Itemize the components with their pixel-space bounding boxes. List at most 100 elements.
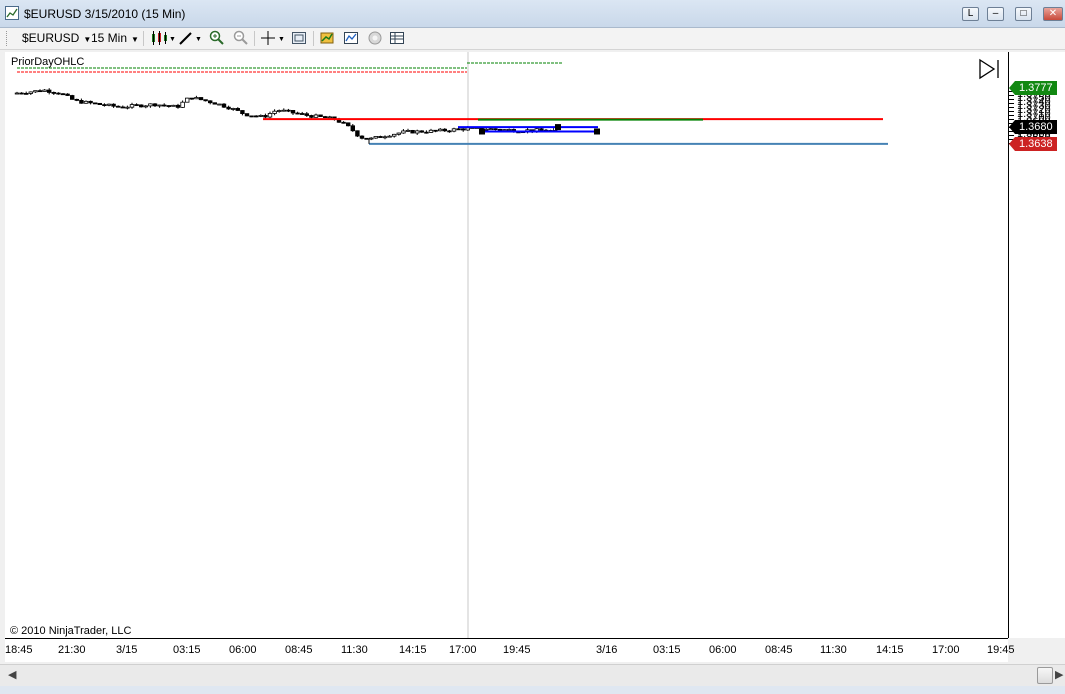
candle-body (47, 89, 52, 93)
window-title: $EURUSD 3/15/2010 (15 Min) (24, 7, 186, 21)
candle-body (106, 103, 112, 106)
candle-body (401, 130, 406, 134)
scroll-left-icon[interactable]: ◀ (8, 668, 16, 681)
price-tick (1009, 115, 1014, 117)
candle-body (143, 105, 148, 108)
candle-body (194, 97, 199, 100)
candle-body (267, 113, 273, 118)
candle-body (83, 100, 89, 104)
candle-body (125, 106, 130, 109)
interval-selector[interactable]: 15 Min ▼ (91, 31, 139, 47)
time-label: 11:30 (820, 644, 847, 656)
horizontal-scrollbar[interactable]: ◀ ▶ (0, 664, 1065, 686)
time-label: 17:00 (449, 644, 477, 656)
chart-toolbar: $EURUSD ▼ 15 Min ▼ ▼ ▼ ▼ (0, 28, 1065, 50)
time-label: 06:00 (229, 644, 257, 656)
svg-text:▼: ▼ (169, 36, 176, 43)
indicator-label: PriorDayOHLC (11, 56, 85, 68)
data-box-icon[interactable] (290, 30, 308, 47)
candle-body (235, 108, 240, 111)
price-axis[interactable]: 1.37701.37601.37501.37401.37301.37201.37… (1008, 52, 1065, 638)
minimize-button[interactable]: – (987, 7, 1004, 21)
candle-body (171, 104, 176, 107)
zoom-out-icon[interactable] (232, 30, 250, 47)
candle-body (184, 97, 190, 103)
candle-body (97, 102, 102, 106)
candle-body (138, 104, 144, 108)
candle-body (134, 104, 139, 106)
scroll-to-end-icon[interactable] (978, 58, 1002, 82)
properties-icon[interactable] (366, 30, 384, 47)
drawing-tools-icon[interactable]: ▼ (178, 30, 204, 47)
candle-body (226, 106, 231, 110)
svg-text:▼: ▼ (278, 36, 285, 43)
lock-button[interactable]: L (962, 7, 979, 21)
instrument-selector[interactable]: $EURUSD ▼ (22, 31, 91, 47)
time-label: 19:45 (987, 644, 1015, 656)
candle-body (299, 113, 305, 115)
strategies-icon[interactable] (318, 30, 336, 47)
candle-body (198, 97, 204, 101)
crosshair-icon[interactable]: ▼ (260, 30, 286, 47)
candle-body (217, 103, 222, 106)
candle-body (221, 103, 227, 108)
candle-body (120, 106, 125, 109)
candle-body (253, 115, 259, 118)
candle-body (497, 128, 503, 131)
toolbar-separator (313, 31, 314, 46)
time-axis[interactable]: 18:45 21:30 3/15 03:15 06:00 08:45 11:30 14:15 1… (5, 638, 1015, 662)
candle-body (373, 136, 378, 139)
candle-body (129, 104, 135, 108)
time-label: 03:15 (653, 644, 681, 656)
candle-body (428, 129, 434, 133)
candle-body (161, 104, 167, 107)
scroll-thumb[interactable] (1037, 667, 1053, 684)
close-button[interactable]: ✕ (1043, 7, 1063, 21)
price-chart-panel[interactable]: PriorDayOHLC © 2010 NinjaTrader, LLC (5, 52, 1008, 638)
time-label: 08:45 (765, 644, 793, 656)
candle-body (456, 128, 461, 131)
time-label: 14:15 (876, 644, 904, 656)
chart-style-icon[interactable]: ▼ (150, 30, 176, 47)
candle-body (207, 100, 213, 104)
candle-body (111, 103, 116, 107)
candle-body (157, 104, 162, 107)
candle-body (74, 98, 79, 101)
data-series-icon[interactable] (388, 30, 406, 47)
scroll-right-icon[interactable]: ▶ (1055, 668, 1063, 681)
time-label: 3/16 (596, 644, 618, 656)
candle-body (42, 89, 47, 92)
candle-body (65, 93, 70, 96)
candle-body (309, 115, 314, 118)
candle-body (148, 103, 153, 107)
candle-body (175, 104, 181, 108)
candle-body (60, 93, 66, 96)
maximize-button[interactable]: □ (1015, 7, 1032, 21)
candle-body (180, 101, 185, 108)
candle-body (88, 100, 93, 104)
candle-body (79, 100, 84, 104)
zoom-in-icon[interactable] (208, 30, 226, 47)
price-tick (1009, 111, 1014, 113)
interval-label: 15 Min (91, 31, 128, 45)
time-label: 08:45 (285, 644, 313, 656)
bottom-strip (0, 686, 1065, 694)
candle-body (419, 130, 424, 133)
candle-body (451, 128, 457, 132)
candlestick-plot[interactable] (5, 52, 1008, 638)
candle-body (19, 92, 24, 95)
candle-body (502, 129, 507, 131)
candle-body (56, 92, 61, 95)
candle-body (249, 115, 254, 118)
toolbar-grip (6, 31, 10, 46)
candle-body (350, 125, 355, 132)
indicators-icon[interactable] (342, 30, 360, 47)
price-tick (1009, 99, 1014, 101)
high-price-tag: 1.3777 (1009, 81, 1057, 96)
candle-body (465, 127, 470, 131)
toolbar-separator (143, 31, 144, 46)
low-price-tag: 1.3638 (1009, 136, 1057, 151)
candle-body (378, 136, 383, 138)
chevron-down-icon: ▼ (131, 35, 139, 44)
chart-app-icon (5, 6, 19, 20)
